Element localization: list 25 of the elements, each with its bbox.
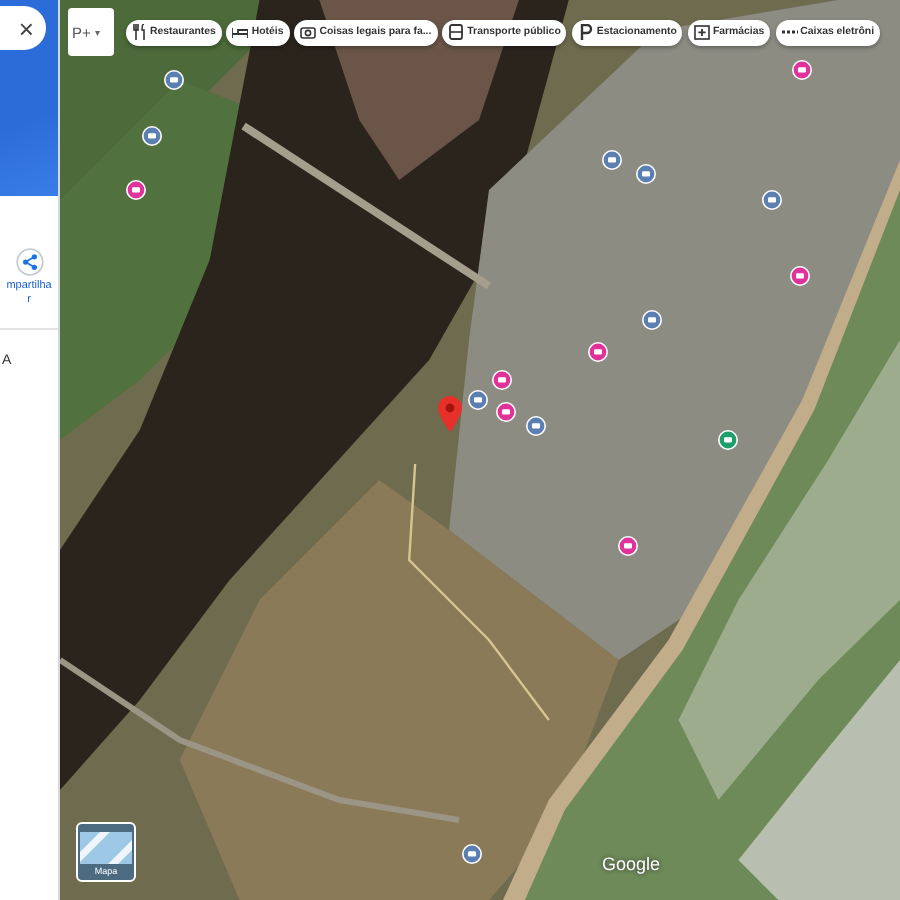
place-pin-icon[interactable] xyxy=(718,430,738,450)
hotel-pin-icon[interactable] xyxy=(126,180,146,200)
map-thumbnail-icon xyxy=(80,832,132,864)
share-icon[interactable] xyxy=(15,248,43,276)
place-pin-icon[interactable] xyxy=(762,190,782,210)
place-pin-icon[interactable] xyxy=(636,164,656,184)
place-pin-icon[interactable] xyxy=(642,310,662,330)
camera-icon xyxy=(300,24,317,40)
parking-icon xyxy=(577,24,594,40)
place-pin-icon[interactable] xyxy=(602,150,622,170)
google-logo: Google xyxy=(601,854,660,874)
hotel-pin-icon[interactable] xyxy=(496,402,516,422)
hotel-pin-icon[interactable] xyxy=(790,266,810,286)
place-pin-icon[interactable] xyxy=(526,416,546,436)
place-pin-icon[interactable] xyxy=(468,390,488,410)
place-pin-icon[interactable] xyxy=(142,126,162,146)
hotel-pin-icon[interactable] xyxy=(618,536,638,556)
location-marker-icon[interactable] xyxy=(438,396,462,432)
hotel-pin-icon[interactable] xyxy=(792,60,812,80)
pharmacy-icon xyxy=(693,24,710,40)
close-button[interactable]: × xyxy=(0,6,46,50)
place-pin-icon[interactable] xyxy=(462,844,482,864)
place-pin-icon[interactable] xyxy=(164,70,184,90)
hotel-pin-icon[interactable] xyxy=(492,370,512,390)
hotel-pin-icon[interactable] xyxy=(588,342,608,362)
